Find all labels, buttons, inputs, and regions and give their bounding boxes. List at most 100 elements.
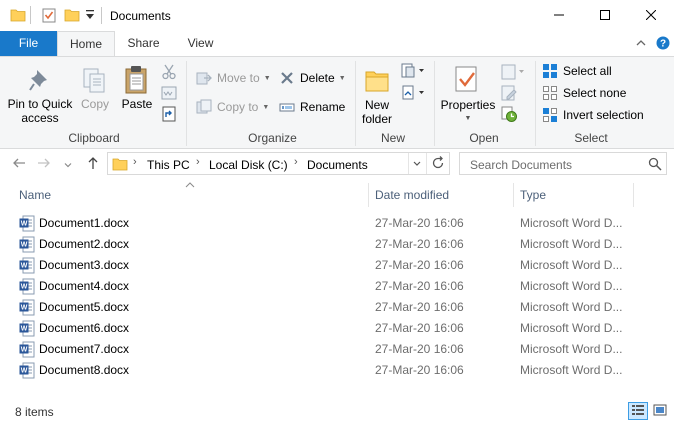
breadcrumb-this-pc[interactable]: This PC (147, 158, 190, 172)
chevron-down-icon: ▼ (464, 115, 472, 122)
maximize-button[interactable] (582, 0, 628, 31)
breadcrumb-documents[interactable]: Documents (307, 158, 368, 172)
svg-text:W: W (21, 263, 28, 270)
cut-icon[interactable] (161, 64, 177, 83)
breadcrumb-chevron-icon[interactable]: › (196, 156, 200, 168)
forward-button[interactable] (35, 155, 53, 173)
select-none-label: Select none (563, 86, 627, 100)
address-dropdown-icon[interactable] (412, 157, 422, 172)
help-icon[interactable]: ? (656, 36, 670, 53)
file-date: 27-Mar-20 16:06 (375, 237, 464, 251)
table-row[interactable]: W Document2.docx 27-Mar-20 16:06 Microso… (0, 234, 640, 255)
column-header-name[interactable]: Name (19, 188, 51, 202)
delete-button[interactable]: Delete ▼ (279, 68, 346, 88)
search-placeholder: Search Documents (470, 158, 573, 172)
table-row[interactable]: W Document3.docx 27-Mar-20 16:06 Microso… (0, 255, 640, 276)
select-group-label: Select (574, 131, 608, 145)
pin-to-quick-access-button[interactable]: Pin to Quick access (6, 67, 74, 125)
address-bar-row: › This PC › Local Disk (C:) › Documents … (0, 149, 674, 179)
tab-share[interactable]: Share (115, 31, 172, 57)
column-header-row: Name Date modified Type (0, 182, 674, 207)
close-button[interactable] (628, 0, 674, 31)
word-document-icon: W (19, 362, 35, 379)
copy-button[interactable]: Copy (78, 67, 112, 125)
breadcrumb-chevron-icon[interactable]: › (294, 156, 298, 168)
minimize-button[interactable] (536, 0, 582, 31)
new-folder-quick-icon[interactable] (64, 7, 80, 26)
table-row[interactable]: W Document1.docx 27-Mar-20 16:06 Microso… (0, 213, 640, 234)
column-header-type[interactable]: Type (520, 188, 546, 202)
new-folder-button[interactable]: New folder (358, 65, 396, 127)
address-divider (408, 153, 409, 174)
paste-button[interactable]: Paste (118, 65, 156, 123)
address-input[interactable]: › This PC › Local Disk (C:) › Documents (107, 152, 450, 175)
details-view-icon (631, 404, 645, 419)
refresh-icon[interactable] (431, 156, 445, 173)
select-none-button[interactable]: Select none (542, 83, 626, 103)
column-divider[interactable] (368, 183, 369, 207)
rename-button[interactable]: Rename (279, 97, 345, 117)
invert-selection-button[interactable]: Invert selection (542, 105, 644, 125)
minimize-icon (554, 9, 564, 23)
edit-icon[interactable] (501, 85, 517, 104)
file-name: Document4.docx (39, 279, 130, 293)
up-button[interactable] (84, 155, 102, 173)
file-type: Microsoft Word D... (520, 342, 623, 356)
select-all-label: Select all (563, 64, 612, 78)
svg-text:W: W (21, 305, 28, 312)
open-icon[interactable] (501, 64, 527, 83)
delete-label: Delete (300, 71, 335, 85)
copy-to-button[interactable]: Copy to ▼ (196, 97, 269, 117)
select-none-icon (542, 85, 558, 101)
search-icon[interactable] (648, 157, 662, 174)
svg-text:W: W (21, 326, 28, 333)
large-icons-view-button[interactable] (650, 402, 670, 420)
column-header-date-modified[interactable]: Date modified (375, 188, 449, 202)
customize-quick-access-icon[interactable] (85, 9, 95, 24)
table-row[interactable]: W Document8.docx 27-Mar-20 16:06 Microso… (0, 360, 640, 381)
recent-locations-button[interactable] (62, 155, 74, 173)
table-row[interactable]: W Document4.docx 27-Mar-20 16:06 Microso… (0, 276, 640, 297)
new-item-icon[interactable] (401, 63, 427, 82)
pin-label-line1: Pin to Quick (7, 97, 73, 111)
file-date: 27-Mar-20 16:06 (375, 216, 464, 230)
svg-text:W: W (21, 221, 28, 228)
column-divider[interactable] (633, 183, 634, 207)
group-divider (355, 61, 356, 146)
breadcrumb-chevron-icon[interactable]: › (133, 156, 137, 168)
tab-view[interactable]: View (172, 31, 229, 57)
folder-icon (10, 7, 26, 26)
properties-icon (454, 65, 480, 96)
history-icon[interactable] (501, 106, 517, 125)
search-input[interactable]: Search Documents (459, 152, 667, 175)
minimize-ribbon-icon[interactable] (635, 37, 647, 52)
column-divider[interactable] (513, 183, 514, 207)
file-type: Microsoft Word D... (520, 363, 623, 377)
table-row[interactable]: W Document7.docx 27-Mar-20 16:06 Microso… (0, 339, 640, 360)
copy-path-icon[interactable] (161, 85, 177, 104)
svg-text:W: W (21, 368, 28, 375)
file-date: 27-Mar-20 16:06 (375, 258, 464, 272)
easy-access-icon[interactable] (401, 85, 427, 104)
word-document-icon: W (19, 236, 35, 253)
table-row[interactable]: W Document6.docx 27-Mar-20 16:06 Microso… (0, 318, 640, 339)
breadcrumb-local-disk[interactable]: Local Disk (C:) (209, 158, 288, 172)
select-all-button[interactable]: Select all (542, 61, 612, 81)
tab-file[interactable]: File (0, 31, 57, 57)
paste-shortcut-icon[interactable] (161, 106, 177, 125)
file-type: Microsoft Word D... (520, 300, 623, 314)
details-view-button[interactable] (628, 402, 648, 420)
copy-to-label: Copy to (217, 100, 259, 114)
move-to-button[interactable]: Move to ▼ (196, 68, 271, 88)
svg-text:W: W (21, 284, 28, 291)
tab-home[interactable]: Home (57, 31, 115, 57)
ribbon: Pin to Quick access Copy Paste Clipboard… (0, 56, 674, 149)
new-folder-icon (364, 67, 390, 96)
properties-button[interactable]: Properties ▼ (440, 65, 496, 129)
table-row[interactable]: W Document5.docx 27-Mar-20 16:06 Microso… (0, 297, 640, 318)
properties-quick-icon[interactable] (41, 7, 57, 26)
folder-icon (112, 156, 128, 175)
back-button[interactable] (10, 155, 28, 173)
chevron-down-icon: ▼ (338, 74, 346, 82)
chevron-down-icon: ▼ (263, 74, 271, 82)
